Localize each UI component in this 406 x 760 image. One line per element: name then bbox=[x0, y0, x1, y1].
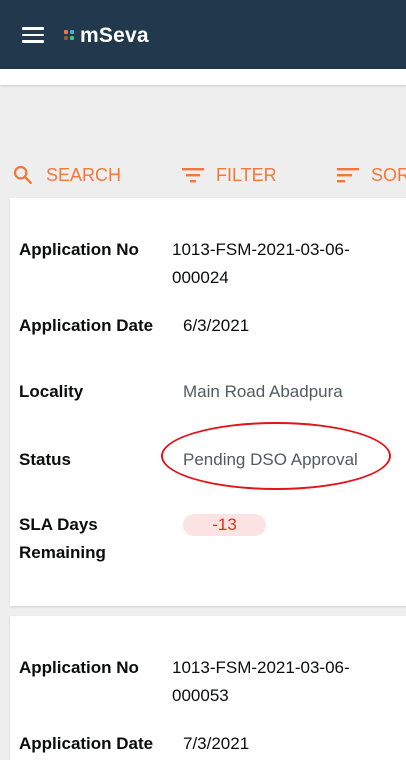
locality-label: Locality bbox=[19, 382, 84, 401]
application-date-label: Application Date bbox=[19, 734, 154, 753]
filter-button-label: FILTER bbox=[216, 164, 277, 185]
search-button[interactable]: SEARCH bbox=[12, 160, 121, 190]
application-date-label: Application Date bbox=[19, 316, 154, 335]
search-button-label: SEARCH bbox=[46, 164, 122, 185]
top-app-bar: mSeva bbox=[0, 0, 406, 69]
application-date-value: 6/3/2021 bbox=[183, 316, 250, 335]
application-card[interactable]: Application No 1013-FSM-2021-03-06-00002… bbox=[10, 198, 406, 606]
sort-button-label: SORT bbox=[371, 164, 406, 185]
filter-icon bbox=[182, 168, 204, 183]
status-value: Pending DSO Approval bbox=[183, 450, 358, 469]
search-icon bbox=[13, 165, 32, 184]
hamburger-menu-icon[interactable] bbox=[22, 27, 44, 43]
status-label: Status bbox=[19, 450, 71, 469]
locality-value: Main Road Abadpura bbox=[183, 382, 343, 401]
sub-header-strip bbox=[0, 69, 406, 85]
application-date-value: 7/3/2021 bbox=[183, 734, 250, 753]
action-bar: SEARCH FILTER SORT bbox=[0, 160, 406, 190]
application-no-value: 1013-FSM-2021-03-06-000024 bbox=[172, 240, 350, 287]
logo-mark-icon bbox=[64, 29, 78, 43]
sla-days-remaining-label: SLA Days Remaining bbox=[19, 515, 106, 562]
application-no-label: Application No bbox=[19, 240, 139, 259]
application-no-value: 1013-FSM-2021-03-06-000053 bbox=[172, 658, 350, 705]
sort-icon bbox=[337, 168, 359, 183]
sort-button[interactable]: SORT bbox=[337, 160, 406, 190]
application-card[interactable]: Application No 1013-FSM-2021-03-06-00005… bbox=[10, 616, 406, 760]
filter-button[interactable]: FILTER bbox=[182, 160, 277, 190]
sla-badge: -13 bbox=[183, 514, 266, 536]
application-no-label: Application No bbox=[19, 658, 139, 677]
app-logo[interactable]: mSeva bbox=[64, 24, 149, 48]
app-name: mSeva bbox=[80, 24, 149, 47]
